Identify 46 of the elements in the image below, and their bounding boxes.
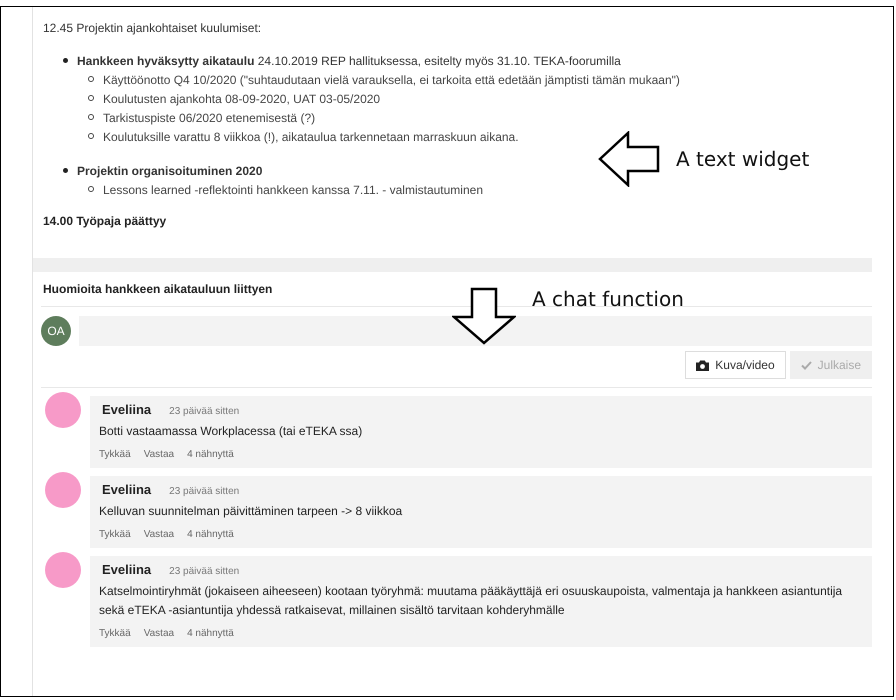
comment-action-link[interactable]: Tykkää (99, 628, 131, 639)
avatar-icon (45, 472, 81, 508)
bullet-icon (88, 95, 94, 101)
annotation-arrow (598, 131, 660, 187)
bullet-icon (88, 186, 94, 192)
agenda-subitem: Koulutusten ajankohta 08-09-2020, UAT 03-05/2020 (103, 91, 380, 108)
comment-action-link[interactable]: Vastaa (144, 449, 174, 460)
agenda-subitem: Lessons learned -reflektointi hankkeen kanssa 7.11. - valmistautuminen (103, 182, 483, 199)
agenda-footer: 14.00 Työpaja päättyy (43, 214, 862, 228)
comment-field[interactable] (79, 316, 872, 346)
agenda-subitem: Käyttöönotto Q4 10/2020 ("suhtaudutaan vielä varauksella, ei tarkoita että edetään jämptisti tämän mukaan") (103, 72, 680, 89)
bullet-icon (88, 114, 94, 120)
bullet-icon (88, 133, 94, 139)
comment-text: Katselmointiryhmät (jokaiseen aiheeseen) kootaan työryhmä: muutama pääkäyttäjä eri osuuskaupoista, valmentaja ja hankkeen asiantuntija sekä eTEKA -asiantuntija yhdessä ratkaisevat, millainen sisältö tarvitaan kohderyhmälle (99, 583, 844, 619)
comment-author: Eveliina (102, 482, 152, 497)
view-count: 4 nähnyttä (187, 449, 234, 460)
comment-text: Kelluvan suunnitelman päivittäminen tarpeen -> 8 viikkoa (99, 503, 404, 520)
bullet-icon (88, 76, 94, 82)
agenda-subitem: Koulutuksille varattu 8 viikkoa (!), aikataulua tarkennetaan marraskuun aikana. (103, 129, 519, 146)
comment-action-link[interactable]: Tykkää (99, 529, 131, 540)
photo-video-button[interactable]: Kuva/video (685, 351, 786, 379)
bullet-icon (63, 58, 68, 63)
comment-action-link[interactable]: Vastaa (144, 529, 174, 540)
user-avatar: OA (41, 316, 71, 346)
bullet-icon (63, 168, 68, 173)
avatar-icon (45, 552, 81, 588)
comment-author: Eveliina (102, 402, 152, 417)
comment-action-link[interactable]: Tykkää (99, 449, 131, 460)
annotation-label: A chat function (532, 287, 684, 311)
annotation-arrow (452, 287, 516, 345)
view-count: 4 nähnyttä (187, 529, 234, 540)
check-icon (800, 360, 812, 370)
view-count: 4 nähnyttä (187, 628, 234, 639)
comment-time: 23 päivää sitten (169, 406, 240, 417)
comment-time: 23 päivää sitten (169, 486, 240, 497)
camera-icon (696, 360, 710, 370)
comment-text: Botti vastaamassa Workplacessa (tai eTEKA ssa) (99, 423, 364, 440)
agenda-subitem: Tarkistuspiste 06/2020 etenemisestä (?) (103, 110, 316, 127)
agenda-item: Projektin organisoituminen 2020 (77, 163, 262, 180)
comment-time: 23 päivää sitten (169, 566, 240, 577)
agenda-item: Hankkeen hyväksytty aikataulu 24.10.2019 REP hallituksessa, esitelty myös 31.10. TEKA-foorumilla (77, 53, 621, 70)
avatar-icon (45, 392, 81, 428)
agenda-heading: 12.45 Projektin ajankohtaiset kuulumiset: (43, 21, 262, 35)
annotation-label: A text widget (676, 147, 810, 171)
comment-author: Eveliina (102, 562, 152, 577)
comment-action-link[interactable]: Vastaa (144, 628, 174, 639)
